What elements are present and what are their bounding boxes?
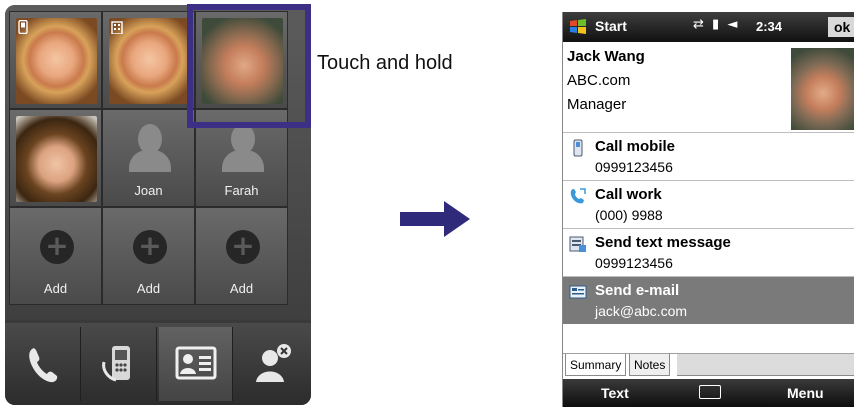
- start-label[interactable]: Start: [595, 18, 627, 34]
- mobile-phone-icon: [569, 139, 587, 157]
- keyboard-icon[interactable]: [699, 385, 721, 399]
- title-bar: Start ⇄ ▮ ◄ 2:34 ok: [563, 12, 854, 42]
- call-mobile-action[interactable]: Call mobile 0999123456: [563, 132, 854, 180]
- tab-notes[interactable]: Notes: [629, 354, 671, 376]
- contact-header: Jack Wang ABC.com Manager: [563, 42, 854, 140]
- action-label: Call mobile: [595, 138, 676, 155]
- add-label: Add: [43, 281, 68, 296]
- action-label: Send e-mail: [595, 282, 680, 299]
- right-arrow-icon: [398, 197, 472, 245]
- bottom-dock: [5, 323, 311, 405]
- action-label: Call work: [595, 186, 662, 203]
- tab-strip: Summary Notes: [563, 353, 854, 378]
- add-label: Add: [136, 281, 161, 296]
- contact-detail-screen: Start ⇄ ▮ ◄ 2:34 ok Jack Wang ABC.com Ma…: [562, 12, 854, 407]
- action-value: 0999123456: [595, 255, 673, 271]
- email-icon: [569, 283, 587, 301]
- work-phone-icon: [569, 187, 587, 205]
- call-work-action[interactable]: Call work (000) 9988: [563, 180, 854, 228]
- send-email-action[interactable]: Send e-mail jack@abc.com: [563, 276, 854, 324]
- contact-name: Joan: [134, 183, 163, 198]
- signal-icon: ▮: [712, 17, 722, 32]
- phone-button[interactable]: [7, 327, 81, 401]
- tab-strip-fill: [677, 354, 854, 376]
- volume-icon: ◄: [727, 17, 740, 32]
- dialer-button[interactable]: [83, 327, 157, 401]
- action-value: 0999123456: [595, 159, 673, 175]
- selection-highlight-box: [187, 4, 311, 128]
- plus-icon: +: [226, 230, 260, 264]
- sms-icon: [569, 235, 587, 253]
- contact-job-title: Manager: [567, 96, 627, 113]
- tab-summary[interactable]: Summary: [565, 354, 627, 376]
- add-label: Add: [229, 281, 254, 296]
- clock: 2:34: [756, 19, 783, 34]
- add-contact-tile-1[interactable]: + Add: [9, 207, 102, 305]
- action-value: jack@abc.com: [595, 303, 688, 319]
- contact-tile-1[interactable]: [9, 11, 102, 109]
- contact-tile-4[interactable]: [9, 109, 102, 207]
- windows-start-icon[interactable]: [569, 18, 587, 36]
- contact-photo: [16, 116, 97, 202]
- add-contact-tile-3[interactable]: + Add: [195, 207, 288, 305]
- menu-softkey[interactable]: Menu: [787, 385, 824, 401]
- contact-photo: [791, 48, 854, 130]
- action-label: Send text message: [595, 234, 731, 251]
- plus-icon: +: [40, 230, 74, 264]
- building-icon: [111, 20, 124, 36]
- contact-tile-5[interactable]: Joan: [102, 109, 195, 207]
- softkey-bar: Text Menu: [563, 379, 854, 407]
- contact-company: ABC.com: [567, 72, 631, 89]
- instruction-callout: Touch and hold: [317, 52, 453, 74]
- status-icons: ⇄ ▮ ◄: [693, 17, 739, 32]
- send-text-action[interactable]: Send text message 0999123456: [563, 228, 854, 276]
- add-contact-tile-2[interactable]: + Add: [102, 207, 195, 305]
- contact-tile-2[interactable]: [102, 11, 195, 109]
- contacts-button[interactable]: [159, 327, 233, 401]
- ok-button[interactable]: ok: [828, 17, 854, 37]
- action-value: (000) 9988: [595, 207, 663, 223]
- mobile-phone-icon: [18, 19, 31, 36]
- person-silhouette-icon: [129, 124, 171, 172]
- remove-contact-button[interactable]: [235, 327, 309, 401]
- contact-name: Farah: [224, 183, 259, 198]
- text-softkey[interactable]: Text: [601, 385, 629, 401]
- plus-icon: +: [133, 230, 167, 264]
- contact-name: Jack Wang: [567, 48, 645, 65]
- connectivity-icon: ⇄: [693, 17, 706, 32]
- person-silhouette-icon: [222, 124, 264, 172]
